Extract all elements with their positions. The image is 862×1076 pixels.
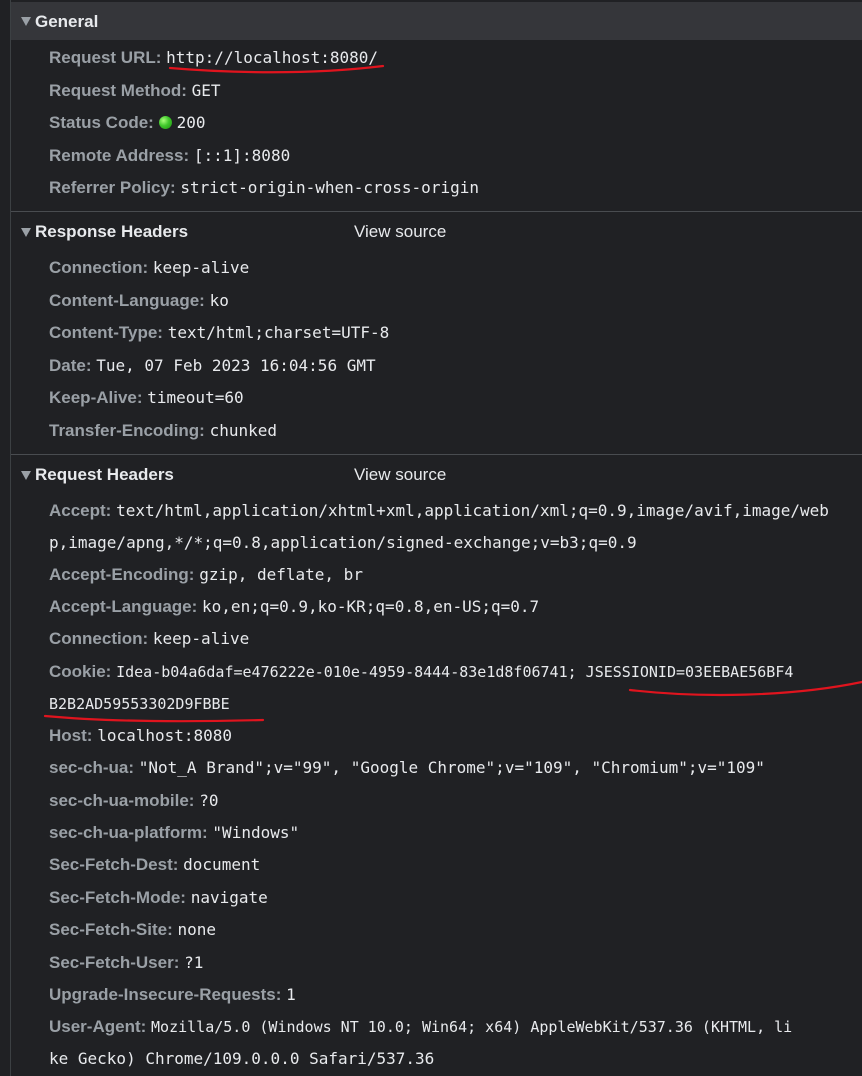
- response-row-transfer-encoding: Transfer-Encoding: chunked: [49, 420, 277, 442]
- request-row-host: Host: localhost:8080: [49, 725, 232, 747]
- header-name: Request Method:: [49, 81, 187, 100]
- left-gutter: [0, 0, 11, 1076]
- header-value: text/html;charset=UTF-8: [167, 323, 390, 342]
- request-accept-value-continued: p,image/apng,*/*;q=0.8,application/signe…: [49, 533, 637, 552]
- header-value: Idea-b04a6daf=e476222e-010e-4959-8444-83…: [116, 663, 794, 681]
- header-value: 200: [176, 113, 206, 132]
- header-name: sec-ch-ua:: [49, 758, 135, 777]
- header-name: Status Code:: [49, 113, 154, 132]
- header-name: Connection:: [49, 629, 149, 648]
- header-value: ?1: [184, 953, 204, 972]
- underline-jsessionid: [628, 680, 862, 697]
- header-name: Date:: [49, 356, 92, 375]
- request-user-agent-value-continued: ke Gecko) Chrome/109.0.0.0 Safari/537.36: [49, 1049, 435, 1068]
- header-name: Sec-Fetch-Mode:: [49, 888, 186, 907]
- response-row-connection: Connection: keep-alive: [49, 257, 249, 279]
- header-value: keep-alive: [152, 258, 250, 277]
- header-value: none: [177, 920, 217, 939]
- section-title-general: General: [35, 12, 99, 31]
- response-row-content-language: Content-Language: ko: [49, 290, 229, 312]
- general-row-remote-address: Remote Address: [::1]:8080: [49, 145, 290, 167]
- request-row-connection: Connection: keep-alive: [49, 628, 249, 650]
- view-source-button[interactable]: View source: [354, 465, 446, 485]
- header-name: Sec-Fetch-Dest:: [49, 855, 179, 874]
- header-name: Content-Type:: [49, 323, 163, 342]
- request-row-accept-language: Accept-Language: ko,en;q=0.9,ko-KR;q=0.8…: [49, 596, 539, 618]
- request-row-sec-fetch-mode: Sec-Fetch-Mode: navigate: [49, 887, 268, 909]
- request-cookie-value-continued: B2B2AD59553302D9FBBE: [49, 695, 230, 713]
- general-section-header[interactable]: General: [11, 2, 862, 40]
- header-value: [::1]:8080: [193, 146, 291, 165]
- header-name: Cookie:: [49, 662, 112, 681]
- header-name: Transfer-Encoding:: [49, 421, 205, 440]
- header-value: Tue, 07 Feb 2023 16:04:56 GMT: [96, 356, 376, 375]
- header-value: 1: [286, 985, 296, 1004]
- header-value[interactable]: http://localhost:8080/: [166, 48, 378, 67]
- request-row-sec-ch-ua-mobile: sec-ch-ua-mobile: ?0: [49, 790, 218, 812]
- header-value: chunked: [209, 421, 278, 440]
- header-name: Accept-Language:: [49, 597, 198, 616]
- request-row-accept: Accept: text/html,application/xhtml+xml,…: [49, 500, 829, 522]
- response-row-date: Date: Tue, 07 Feb 2023 16:04:56 GMT: [49, 355, 376, 377]
- header-name: Accept-Encoding:: [49, 565, 195, 584]
- request-row-accept-encoding: Accept-Encoding: gzip, deflate, br: [49, 564, 363, 586]
- header-name: Host:: [49, 726, 93, 745]
- header-name: Sec-Fetch-User:: [49, 953, 180, 972]
- general-row-request-url: Request URL: http://localhost:8080/: [49, 47, 378, 69]
- header-value: GET: [191, 81, 221, 100]
- header-name: sec-ch-ua-mobile:: [49, 791, 195, 810]
- collapse-triangle-icon[interactable]: [21, 228, 31, 237]
- header-value: keep-alive: [152, 629, 250, 648]
- response-headers-section-header[interactable]: Response Headers View source: [11, 212, 862, 252]
- header-name: Content-Language:: [49, 291, 205, 310]
- header-name: Upgrade-Insecure-Requests:: [49, 985, 282, 1004]
- general-row-request-method: Request Method: GET: [49, 80, 221, 102]
- header-value: "Not_A Brand";v="99", "Google Chrome";v=…: [138, 758, 765, 777]
- status-ok-icon: [158, 116, 172, 129]
- request-row-sec-ch-ua: sec-ch-ua: "Not_A Brand";v="99", "Google…: [49, 757, 765, 779]
- request-row-sec-fetch-user: Sec-Fetch-User: ?1: [49, 952, 203, 974]
- header-value: ?0: [199, 791, 219, 810]
- header-value: localhost:8080: [97, 726, 233, 745]
- header-name: Accept:: [49, 501, 112, 520]
- request-row-cookie: Cookie: Idea-b04a6daf=e476222e-010e-4959…: [49, 661, 793, 683]
- header-value: ko,en;q=0.9,ko-KR;q=0.8,en-US;q=0.7: [202, 597, 540, 616]
- header-value: strict-origin-when-cross-origin: [180, 178, 479, 197]
- header-name: Sec-Fetch-Site:: [49, 920, 173, 939]
- collapse-triangle-icon[interactable]: [21, 17, 31, 26]
- response-row-content-type: Content-Type: text/html;charset=UTF-8: [49, 322, 389, 344]
- header-value: document: [183, 855, 261, 874]
- header-value: navigate: [190, 888, 268, 907]
- header-name: Remote Address:: [49, 146, 190, 165]
- underline-jsessionid-continued: [43, 714, 265, 723]
- header-name: sec-ch-ua-platform:: [49, 823, 208, 842]
- request-row-user-agent: User-Agent: Mozilla/5.0 (Windows NT 10.0…: [49, 1016, 792, 1038]
- header-name: Referrer Policy:: [49, 178, 176, 197]
- request-row-sec-fetch-site: Sec-Fetch-Site: none: [49, 919, 216, 941]
- request-headers-section-header[interactable]: Request Headers View source: [11, 455, 862, 495]
- section-title-request-headers: Request Headers: [35, 465, 174, 484]
- general-row-referrer-policy: Referrer Policy: strict-origin-when-cros…: [49, 177, 479, 199]
- request-row-sec-fetch-dest: Sec-Fetch-Dest: document: [49, 854, 260, 876]
- section-title-response-headers: Response Headers: [35, 222, 189, 241]
- general-row-status-code: Status Code: 200: [49, 112, 205, 134]
- header-name: Keep-Alive:: [49, 388, 143, 407]
- header-value: timeout=60: [147, 388, 244, 407]
- header-value: text/html,application/xhtml+xml,applicat…: [116, 501, 829, 520]
- header-name: Connection:: [49, 258, 149, 277]
- header-value: Mozilla/5.0 (Windows NT 10.0; Win64; x64…: [151, 1018, 793, 1036]
- collapse-triangle-icon[interactable]: [21, 471, 31, 480]
- request-row-upgrade-insecure-requests: Upgrade-Insecure-Requests: 1: [49, 984, 296, 1006]
- response-row-keep-alive: Keep-Alive: timeout=60: [49, 387, 244, 409]
- request-row-sec-ch-ua-platform: sec-ch-ua-platform: "Windows": [49, 822, 299, 844]
- view-source-button[interactable]: View source: [354, 222, 446, 242]
- header-value: ko: [209, 291, 229, 310]
- header-name: User-Agent:: [49, 1017, 147, 1036]
- header-value: gzip, deflate, br: [199, 565, 363, 584]
- header-name: Request URL:: [49, 48, 162, 67]
- header-value: "Windows": [212, 823, 300, 842]
